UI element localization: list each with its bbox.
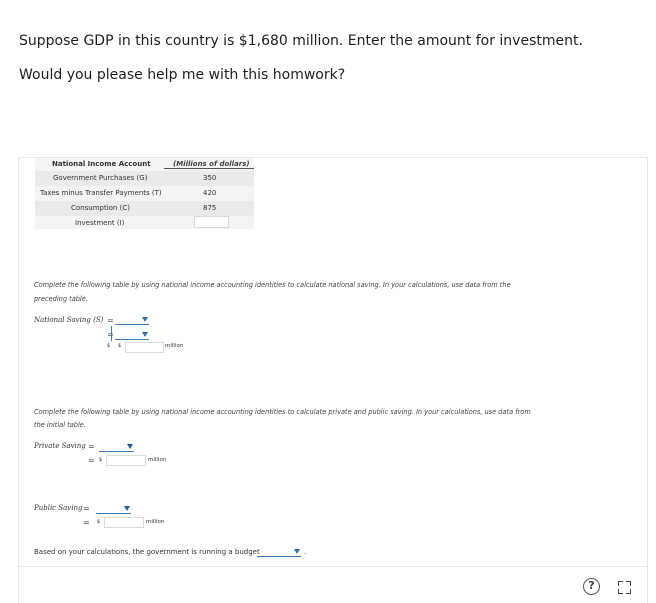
- budget-dropdown[interactable]: [257, 546, 301, 557]
- section2-instruction: Complete the following table by using na…: [34, 408, 531, 416]
- equals-sign: =: [83, 518, 90, 527]
- col-header-units: (Millions of dollars): [173, 160, 250, 168]
- question-circle-icon[interactable]: ?: [583, 578, 600, 595]
- header-underline: [164, 168, 254, 169]
- section1-instruction-cont: preceding table.: [34, 295, 88, 303]
- chevron-down-icon: [124, 506, 130, 511]
- chevron-down-icon: [127, 444, 133, 449]
- row-label-t: Taxes minus Transfer Payments (T): [40, 189, 162, 197]
- public-saving-amount-input[interactable]: [104, 517, 144, 528]
- panel-footer-divider: [19, 566, 647, 567]
- row-value-c: 875: [203, 204, 217, 212]
- unit-label: million: [146, 519, 165, 525]
- equals-sign: =: [88, 442, 95, 451]
- chevron-down-icon: [142, 332, 148, 337]
- row-label-i: Investment (I): [75, 219, 125, 227]
- dollar-sign: $: [118, 343, 122, 349]
- question-line-1: Suppose GDP in this country is $1,680 mi…: [19, 33, 583, 49]
- section1-instruction: Complete the following table by using na…: [34, 281, 511, 289]
- question-line-2: Would you please help me with this homwo…: [19, 67, 346, 83]
- row-value-t: 420: [203, 189, 217, 197]
- col-header-account: National Income Account: [52, 160, 151, 168]
- row-label-c: Consumption (C): [71, 204, 130, 212]
- equals-sign: =: [88, 456, 95, 465]
- equals-sign: =: [107, 316, 114, 325]
- unit-label: million: [165, 343, 184, 349]
- national-saving-amount-input[interactable]: [125, 342, 164, 353]
- chevron-down-icon: [294, 549, 300, 554]
- dollar-sign: $: [107, 343, 111, 349]
- budget-sentence: Based on your calculations, the governme…: [34, 548, 260, 556]
- public-saving-dropdown[interactable]: [96, 503, 131, 514]
- equals-sign: =: [83, 504, 90, 513]
- section2-instruction-cont: the initial table.: [34, 421, 86, 429]
- dollar-sign: $: [97, 519, 101, 525]
- sentence-period: .: [304, 548, 307, 556]
- row-value-g: 350: [203, 174, 217, 182]
- national-saving-label: National Saving (S): [34, 316, 104, 324]
- chevron-down-icon: [142, 317, 148, 322]
- expand-icon[interactable]: [618, 581, 631, 594]
- private-saving-amount-input[interactable]: [106, 455, 146, 466]
- public-saving-label: Public Saving: [34, 504, 83, 512]
- national-saving-dropdown-1[interactable]: [115, 314, 149, 325]
- bracket-line: [111, 326, 112, 341]
- private-saving-label: Private Saving: [34, 442, 86, 450]
- private-saving-dropdown[interactable]: [99, 441, 134, 452]
- national-saving-dropdown-2[interactable]: [115, 329, 149, 340]
- dollar-sign: $: [99, 457, 103, 463]
- unit-label: million: [148, 457, 167, 463]
